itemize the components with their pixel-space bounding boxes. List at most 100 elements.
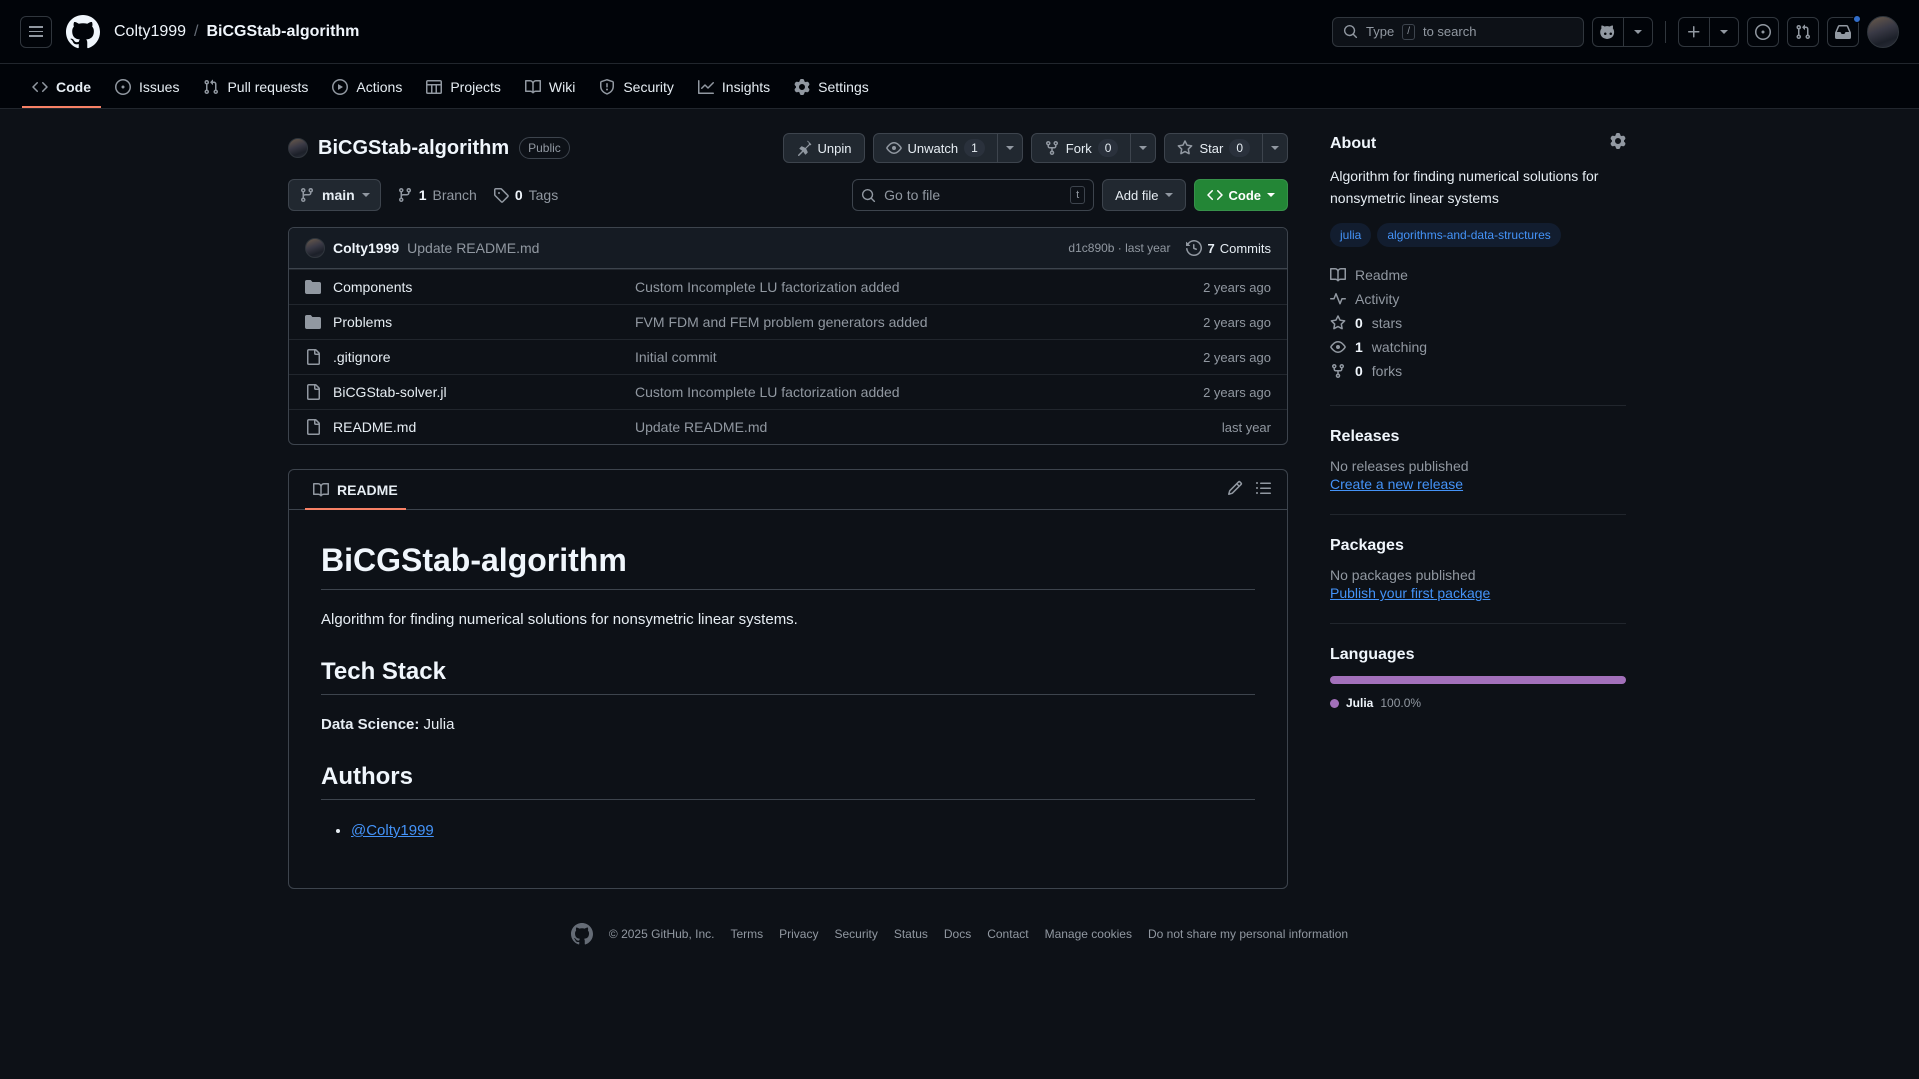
copilot-icon[interactable] [1592, 16, 1623, 47]
commit-author-avatar[interactable] [305, 238, 325, 258]
footer-link-status[interactable]: Status [894, 927, 928, 941]
gear-icon[interactable] [1610, 133, 1626, 154]
commit-sha-time[interactable]: d1c890b · last year [1068, 241, 1170, 255]
add-file-button[interactable]: Add file [1102, 179, 1186, 211]
topic-tag[interactable]: julia [1330, 223, 1372, 248]
code-icon [1206, 190, 1223, 201]
tab-settings[interactable]: Settings [784, 73, 879, 108]
plus-icon[interactable] [1678, 16, 1709, 47]
table-icon [426, 80, 443, 94]
chevron-down-icon [1164, 193, 1173, 197]
tag-count: 0 [514, 187, 523, 203]
tab-security[interactable]: Security [589, 73, 684, 108]
fork-dropdown-button[interactable] [1131, 133, 1157, 163]
commit-message[interactable]: Update README.md [407, 240, 539, 256]
fork-button[interactable]: Fork 0 [1030, 133, 1132, 163]
file-name-cell[interactable]: Problems [305, 314, 635, 330]
list-item: @Colty1999 [351, 818, 1255, 844]
folder-icon [305, 315, 321, 329]
tab-projects[interactable]: Projects [416, 73, 511, 108]
table-row[interactable]: BiCGStab-solver.jl Custom Incomplete LU … [289, 374, 1287, 409]
about-link-forks[interactable]: 0 forks [1330, 359, 1626, 383]
footer-link-do-not-share[interactable]: Do not share my personal information [1148, 927, 1348, 941]
search-icon [1343, 24, 1358, 39]
repo-sidebar: About Algorithm for finding numerical so… [1330, 133, 1626, 889]
copilot-split-button [1592, 16, 1653, 47]
topic-tag[interactable]: algorithms-and-data-structures [1377, 223, 1561, 248]
branch-count-link[interactable]: 1 Branch [397, 187, 477, 203]
repository-nav: Code Issues Pull requests Actions Projec… [0, 64, 1919, 109]
tab-pull-requests[interactable]: Pull requests [193, 73, 318, 108]
tab-code[interactable]: Code [22, 73, 101, 108]
menu-icon[interactable] [20, 15, 52, 48]
table-row[interactable]: .gitignore Initial commit 2 years ago [289, 339, 1287, 374]
tag-count-link[interactable]: 0 Tags [493, 187, 558, 203]
table-row[interactable]: Components Custom Incomplete LU factoriz… [289, 269, 1287, 304]
owner-avatar[interactable] [288, 138, 308, 158]
tab-insights[interactable]: Insights [688, 73, 780, 108]
issues-icon[interactable] [1747, 16, 1779, 47]
pull-requests-icon[interactable] [1787, 16, 1819, 47]
tab-actions[interactable]: Actions [322, 73, 412, 108]
footer-link-privacy[interactable]: Privacy [779, 927, 818, 941]
footer-link-terms[interactable]: Terms [730, 927, 763, 941]
star-count: 0 [1229, 139, 1250, 157]
graph-icon [697, 80, 714, 94]
tab-wiki[interactable]: Wiki [515, 73, 585, 108]
file-name-cell[interactable]: Components [305, 279, 635, 295]
commit-author[interactable]: Colty1999 [333, 240, 399, 256]
github-logo-icon[interactable] [570, 922, 593, 945]
footer-link-contact[interactable]: Contact [987, 927, 1028, 941]
publish-package-link[interactable]: Publish your first package [1330, 585, 1490, 601]
watching-count: 1 [1355, 339, 1363, 356]
user-avatar[interactable] [1867, 15, 1899, 48]
unpin-button[interactable]: Unpin [782, 133, 865, 163]
about-link-stars[interactable]: 0 stars [1330, 311, 1626, 335]
watch-dropdown-button[interactable] [997, 133, 1023, 163]
footer-link-security[interactable]: Security [834, 927, 877, 941]
about-heading-row: About [1330, 133, 1626, 154]
table-row[interactable]: Problems FVM FDM and FEM problem generat… [289, 304, 1287, 339]
footer-link-manage-cookies[interactable]: Manage cookies [1045, 927, 1132, 941]
file-commit-age: 2 years ago [1203, 384, 1271, 400]
tab-readme[interactable]: README [305, 478, 406, 510]
footer-link-docs[interactable]: Docs [944, 927, 971, 941]
branch-icon [300, 188, 313, 203]
topic-list: julia algorithms-and-data-structures [1330, 223, 1626, 248]
about-description: Algorithm for finding numerical solution… [1330, 168, 1599, 206]
file-name-cell[interactable]: BiCGStab-solver.jl [305, 384, 635, 400]
tab-issues[interactable]: Issues [105, 73, 189, 108]
branch-selector[interactable]: main [288, 179, 381, 211]
star-dropdown-button[interactable] [1263, 133, 1288, 163]
breadcrumb-owner[interactable]: Colty1999 [114, 23, 186, 41]
page-title[interactable]: BiCGStab-algorithm [318, 137, 509, 160]
about-link-watching[interactable]: 1 watching [1330, 335, 1626, 359]
about-link-activity[interactable]: Activity [1330, 287, 1626, 311]
create-new-dropdown-button[interactable] [1709, 16, 1739, 47]
footer-copyright: © 2025 GitHub, Inc. [608, 926, 715, 941]
go-to-file-input[interactable]: Go to file t [852, 179, 1095, 211]
edit-icon[interactable] [1227, 480, 1243, 499]
search-input[interactable]: Type / to search [1332, 16, 1584, 47]
code-button[interactable]: Code [1193, 179, 1288, 211]
notifications-icon[interactable] [1827, 14, 1861, 47]
readme-tech-stack: Data Science: Julia [321, 713, 1255, 737]
breadcrumb-repo[interactable]: BiCGStab-algorithm [207, 23, 360, 41]
outline-icon[interactable] [1255, 480, 1271, 499]
file-name-cell[interactable]: README.md [305, 419, 635, 435]
file-name-cell[interactable]: .gitignore [305, 349, 635, 365]
table-row[interactable]: README.md Update README.md last year [289, 409, 1287, 444]
copilot-dropdown-button[interactable] [1623, 16, 1653, 47]
star-button[interactable]: Star 0 [1164, 133, 1263, 163]
unwatch-button[interactable]: Unwatch 1 [872, 133, 998, 163]
releases-section: Releases No releases published Create a … [1330, 405, 1626, 514]
author-link[interactable]: @Colty1999 [351, 822, 434, 839]
tab-security-label: Security [623, 79, 674, 95]
commits-count-link[interactable]: 7 Commits [1186, 240, 1271, 256]
about-link-readme[interactable]: Readme [1330, 263, 1626, 287]
language-legend-item[interactable]: Julia 100.0% [1330, 696, 1626, 710]
language-bar[interactable] [1330, 676, 1626, 685]
breadcrumb-separator: / [194, 22, 199, 40]
create-release-link[interactable]: Create a new release [1330, 476, 1463, 492]
github-logo-icon[interactable] [66, 14, 100, 49]
